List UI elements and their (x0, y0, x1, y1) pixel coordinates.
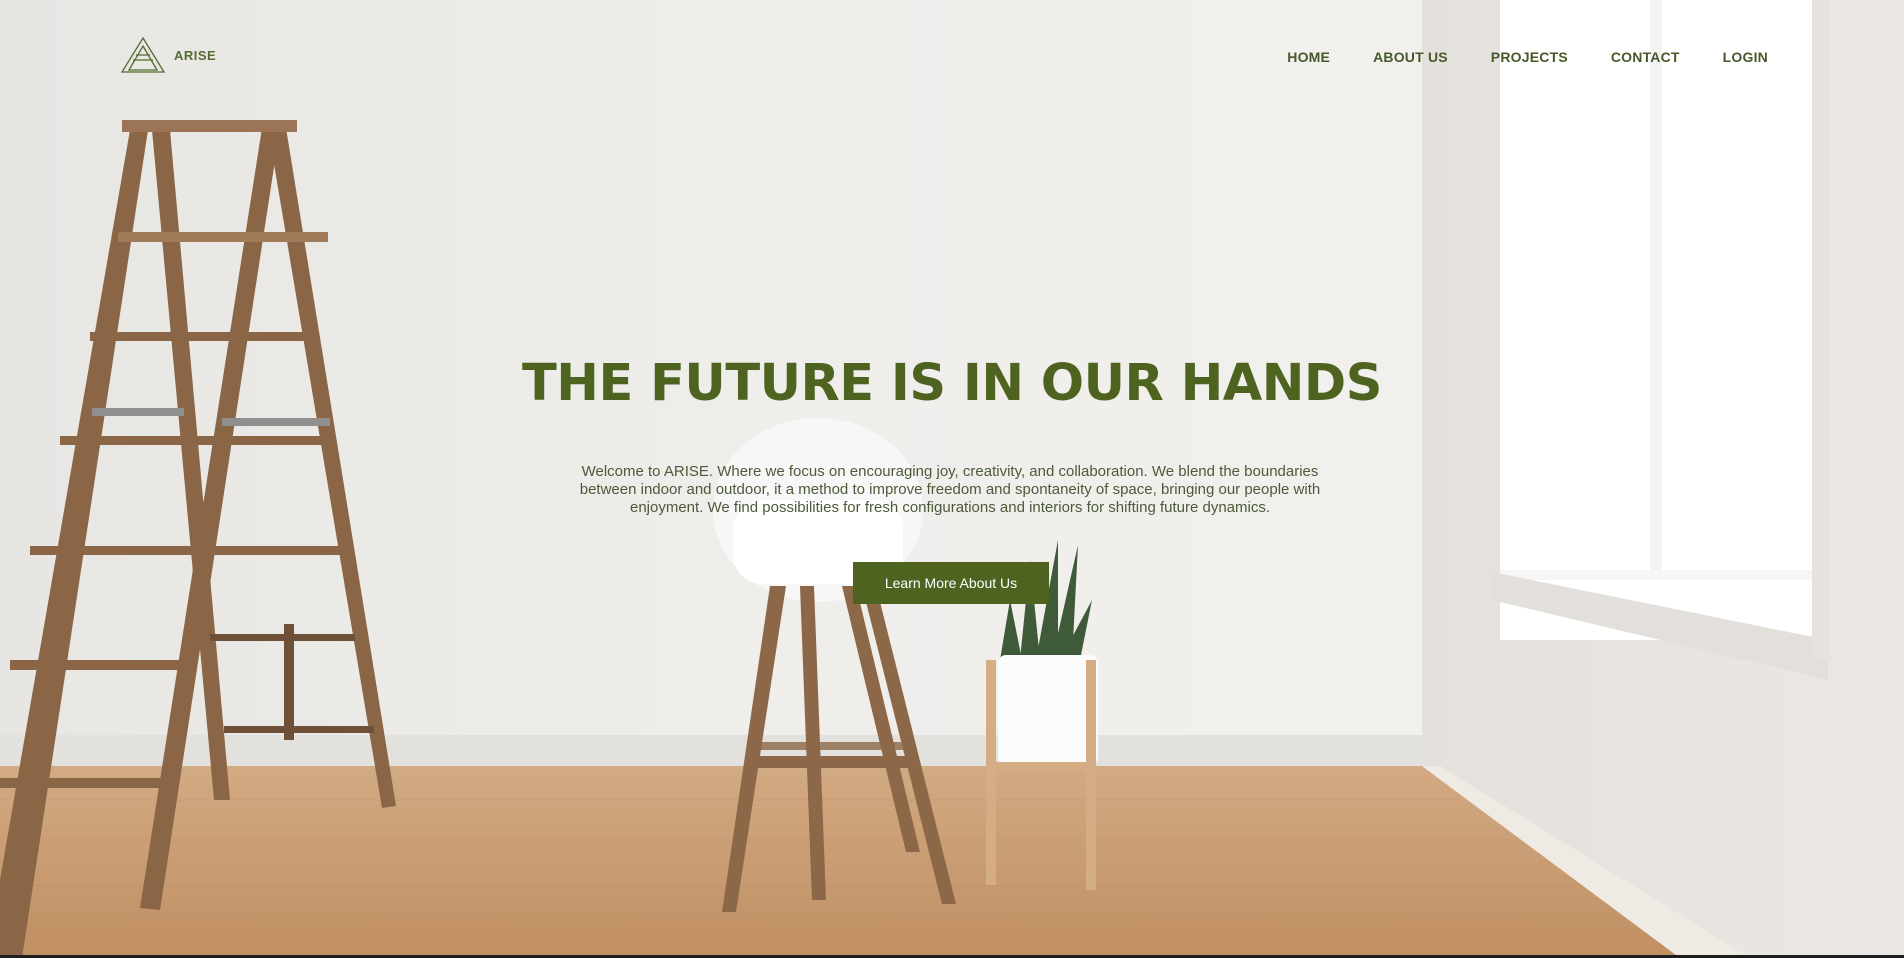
nav-item-home[interactable]: HOME (1287, 48, 1330, 66)
main-navigation: HOME ABOUT US PROJECTS CONTACT LOGIN (1287, 48, 1768, 66)
nav-item-projects[interactable]: PROJECTS (1491, 48, 1568, 66)
nav-item-about-us[interactable]: ABOUT US (1373, 48, 1448, 66)
nav-item-login[interactable]: LOGIN (1723, 48, 1768, 66)
hero-headline: THE FUTURE IS IN OUR HANDS (522, 354, 1382, 413)
hero-section: ARISE HOME ABOUT US PROJECTS CONTACT LOG… (0, 0, 1904, 958)
triangle-a-logo-icon (120, 36, 166, 73)
brand-logo[interactable]: ARISE (120, 36, 216, 74)
hero-intro-text: Welcome to ARISE. Where we focus on enco… (579, 463, 1321, 516)
nav-item-contact[interactable]: CONTACT (1611, 48, 1680, 66)
learn-more-button[interactable]: Learn More About Us (853, 562, 1049, 604)
brand-name: ARISE (174, 47, 217, 63)
